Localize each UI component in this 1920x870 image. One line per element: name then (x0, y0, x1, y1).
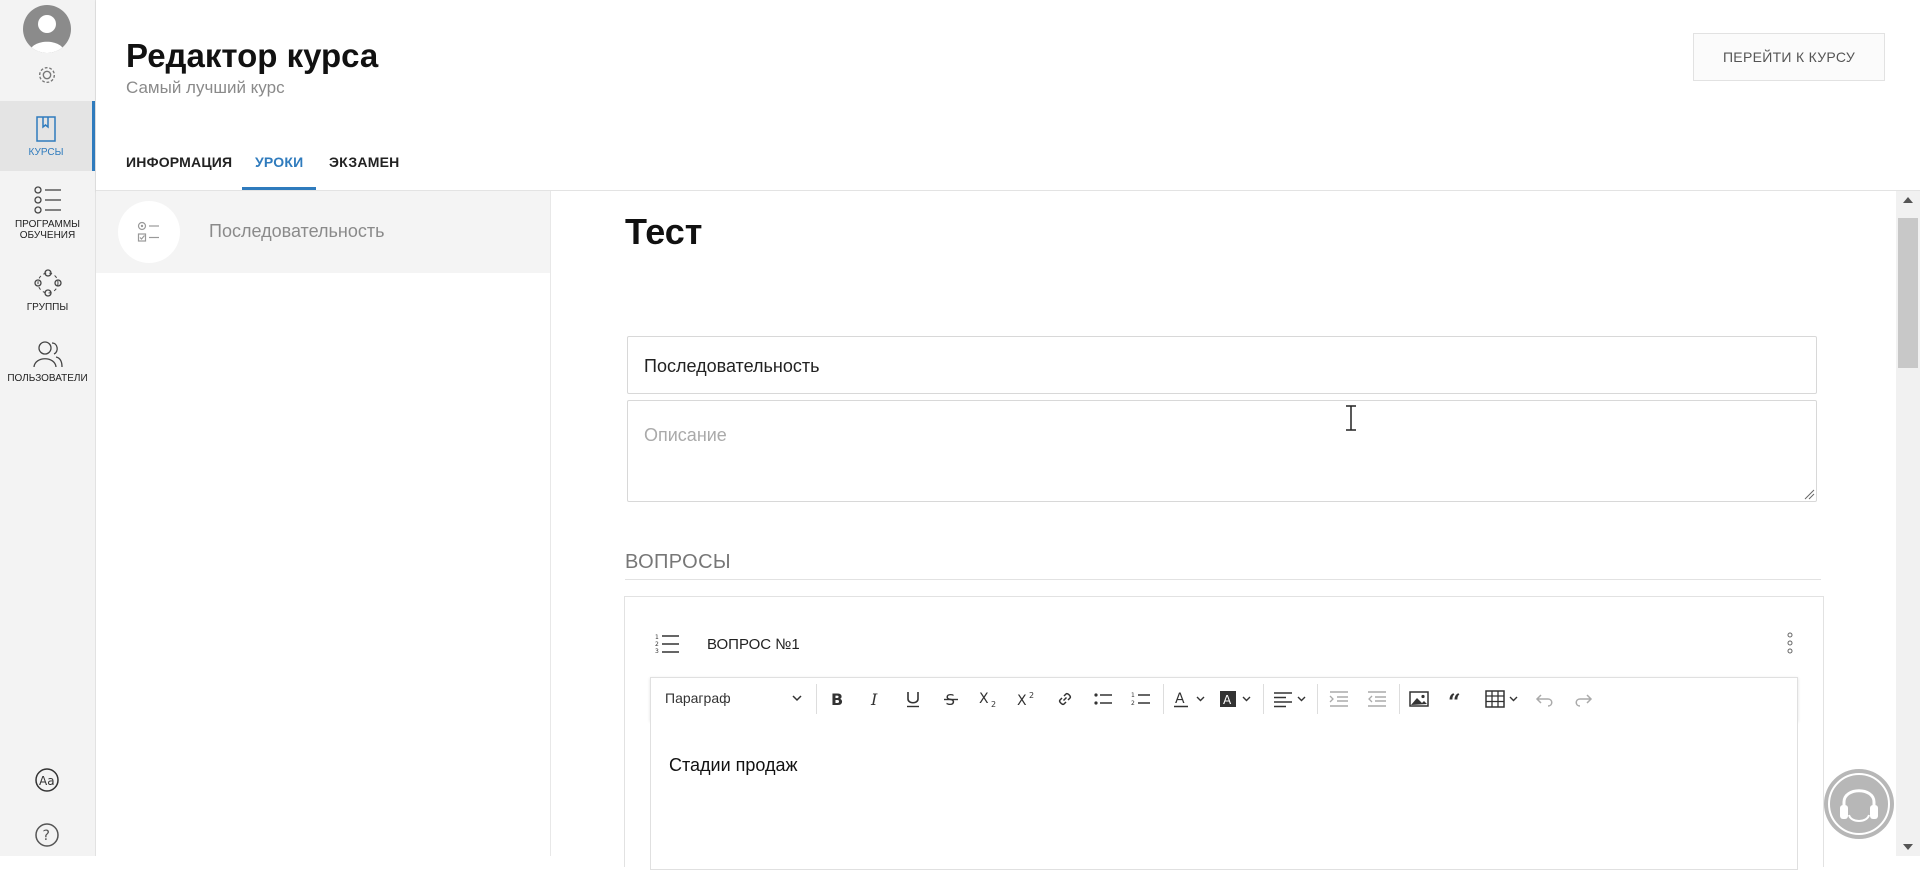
svg-text:Aa: Aa (39, 774, 55, 788)
tab-exam[interactable]: ЭКЗАМЕН (329, 154, 399, 170)
indent-icon[interactable] (1365, 687, 1389, 711)
image-icon[interactable] (1407, 687, 1431, 711)
nav-item-programs[interactable]: ПРОГРАММЫ ОБУЧЕНИЯ (0, 185, 95, 241)
question-card: 123 ВОПРОС №1 Параграф B I S X2 X2 12 A … (624, 596, 1824, 870)
svg-text:2: 2 (991, 700, 996, 708)
nav-label-courses: КУРСЫ (28, 147, 64, 158)
scroll-down-arrow[interactable] (1903, 844, 1913, 850)
svg-text:I: I (870, 690, 878, 708)
checklist-icon (33, 186, 61, 214)
nav-item-users[interactable]: ПОЛЬЗОВАТЕЛИ (0, 339, 95, 384)
questions-divider (625, 579, 1821, 580)
nav-label-groups: ГРУППЫ (26, 302, 69, 313)
toolbar-separator (1399, 684, 1400, 714)
numbered-list-icon[interactable]: 12 (1129, 687, 1153, 711)
questions-title: ВОПРОСЫ (625, 551, 732, 573)
users-icon (32, 341, 63, 368)
toolbar-separator (1163, 684, 1164, 714)
lessons-list: Последовательность (96, 191, 551, 856)
book-icon (36, 116, 56, 142)
undo-icon[interactable] (1533, 687, 1557, 711)
svg-text:2: 2 (1029, 691, 1034, 700)
svg-text:“: “ (1448, 690, 1461, 708)
test-editor: Тест Последовательность Описание ВОПРОСЫ… (551, 191, 1896, 870)
table-icon[interactable] (1483, 687, 1523, 711)
page-subtitle: Самый лучший курс (126, 78, 285, 97)
nav-item-courses[interactable]: КУРСЫ (0, 101, 95, 171)
svg-text:2: 2 (655, 641, 659, 648)
outdent-icon[interactable] (1327, 687, 1351, 711)
svg-text:?: ? (43, 828, 50, 844)
ordered-list-icon: 123 (655, 634, 679, 655)
svg-text:1: 1 (1131, 692, 1135, 699)
lesson-item[interactable]: Последовательность (96, 191, 550, 273)
group-icon (33, 269, 62, 297)
svg-text:A: A (1223, 693, 1232, 707)
question-text: Стадии продаж (669, 755, 798, 775)
question-editor[interactable]: Стадии продаж (650, 719, 1798, 870)
svg-text:2: 2 (1131, 700, 1135, 707)
headset-icon (1828, 773, 1890, 835)
paragraph-select[interactable]: Параграф (665, 690, 795, 706)
scroll-up-arrow[interactable] (1903, 197, 1913, 203)
resize-grip-icon[interactable] (1803, 488, 1815, 500)
gear-icon[interactable] (36, 64, 58, 86)
help-icon[interactable]: ? (34, 822, 60, 848)
svg-text:X: X (1017, 693, 1027, 708)
redo-icon[interactable] (1571, 687, 1595, 711)
avatar-icon[interactable] (23, 5, 71, 53)
bulleted-list-icon[interactable] (1091, 687, 1115, 711)
text-cursor-icon (1346, 405, 1356, 431)
svg-text:A: A (1175, 691, 1185, 707)
test-list-icon (118, 201, 180, 263)
test-title: Тест (625, 211, 703, 252)
go-to-course-button[interactable]: ПЕРЕЙТИ К КУРСУ (1693, 33, 1885, 81)
font-color-icon[interactable]: A (1171, 687, 1211, 711)
page-title: Редактор курса (126, 37, 379, 74)
active-tab-indicator (242, 187, 316, 190)
superscript-icon[interactable]: X2 (1015, 687, 1039, 711)
lesson-label: Последовательность (209, 221, 385, 241)
background-color-icon[interactable]: A (1217, 687, 1257, 711)
left-navigation: КУРСЫ ПРОГРАММЫ ОБУЧЕНИЯ ГРУППЫ ПОЛЬЗОВА… (0, 0, 96, 856)
quote-icon[interactable]: “ (1445, 687, 1469, 711)
editor-toolbar: Параграф B I S X2 X2 12 A A “ (650, 677, 1798, 721)
strikethrough-icon[interactable]: S (939, 687, 963, 711)
support-chat-button[interactable] (1824, 769, 1894, 839)
tab-info[interactable]: ИНФОРМАЦИЯ (126, 154, 232, 170)
font-size-icon[interactable]: Aa (34, 767, 60, 793)
vertical-scrollbar[interactable] (1896, 191, 1920, 856)
nav-label-programs: ПРОГРАММЫ ОБУЧЕНИЯ (14, 219, 80, 241)
toolbar-separator (1317, 684, 1318, 714)
align-icon[interactable] (1271, 687, 1311, 711)
nav-item-groups[interactable]: ГРУППЫ (0, 268, 95, 313)
italic-icon[interactable]: I (863, 687, 887, 711)
bold-icon[interactable]: B (825, 687, 849, 711)
question-label: ВОПРОС №1 (707, 636, 800, 653)
toolbar-separator (1263, 684, 1264, 714)
svg-text:3: 3 (655, 648, 659, 655)
page-header: Редактор курса Самый лучший курс ПЕРЕЙТИ… (96, 0, 1920, 191)
test-name-input[interactable]: Последовательность (627, 336, 1817, 394)
more-vertical-icon[interactable] (1785, 631, 1795, 655)
subscript-icon[interactable]: X2 (977, 687, 1001, 711)
chevron-down-icon (792, 695, 802, 702)
underline-icon[interactable] (901, 687, 925, 711)
tab-lessons[interactable]: УРОКИ (255, 154, 303, 170)
scroll-thumb[interactable] (1898, 218, 1918, 368)
svg-text:B: B (831, 690, 843, 708)
toolbar-separator (816, 684, 817, 714)
svg-text:1: 1 (655, 634, 659, 641)
description-input[interactable]: Описание (627, 400, 1817, 502)
nav-label-users: ПОЛЬЗОВАТЕЛИ (7, 373, 88, 384)
svg-text:X: X (979, 691, 989, 707)
link-icon[interactable] (1053, 687, 1077, 711)
